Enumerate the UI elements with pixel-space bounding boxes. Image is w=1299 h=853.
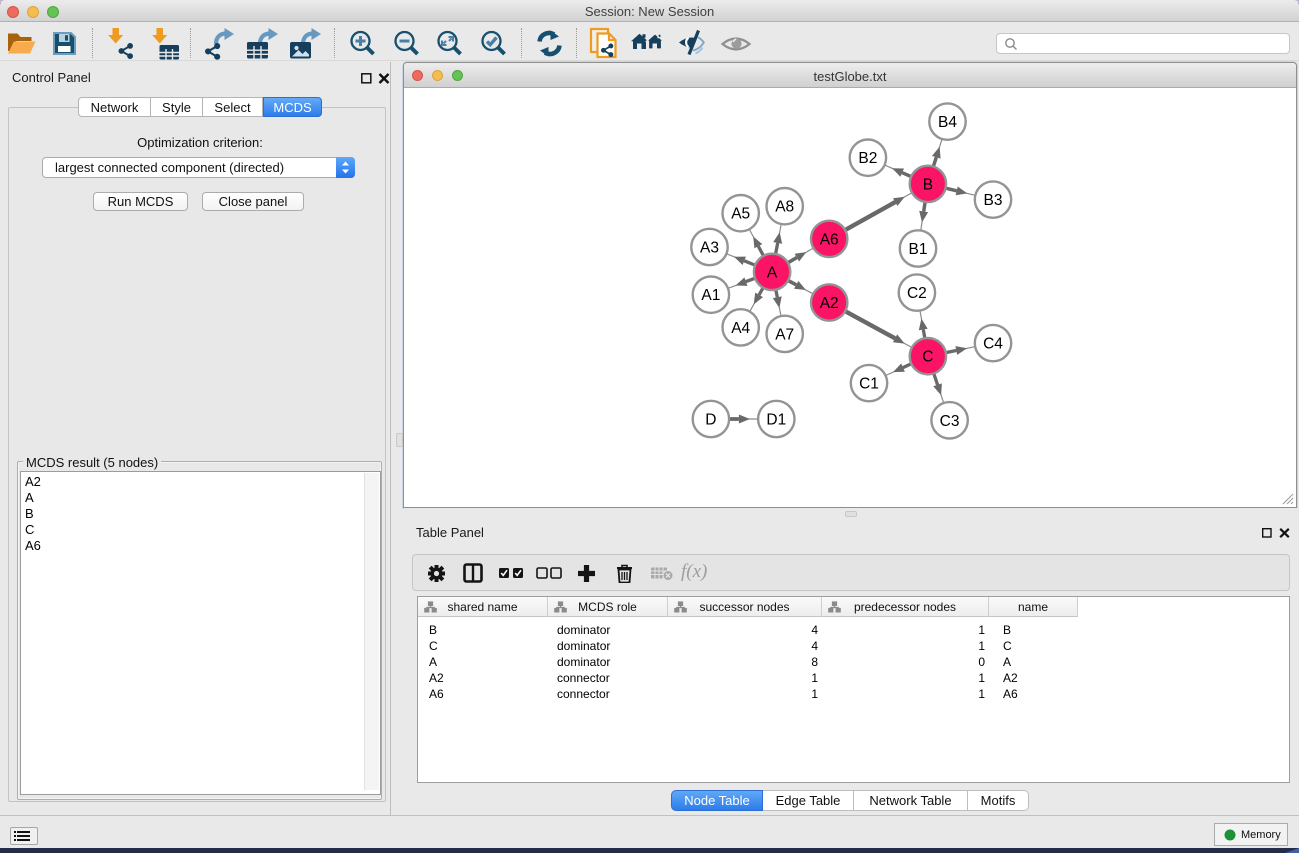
svg-text:A6: A6 [820, 231, 839, 248]
svg-text:C4: C4 [983, 336, 1003, 353]
svg-text:C1: C1 [859, 376, 879, 393]
svg-text:A1: A1 [701, 287, 720, 304]
svg-text:B1: B1 [909, 241, 928, 258]
svg-text:D1: D1 [766, 412, 786, 429]
svg-text:C2: C2 [907, 285, 927, 302]
svg-text:B: B [923, 176, 933, 193]
svg-text:C: C [922, 349, 933, 366]
svg-text:B3: B3 [984, 192, 1003, 209]
svg-text:D: D [705, 412, 716, 429]
svg-text:A5: A5 [731, 206, 750, 223]
svg-text:A7: A7 [775, 326, 794, 343]
svg-text:C3: C3 [940, 413, 960, 430]
svg-text:A: A [767, 264, 778, 281]
svg-text:A8: A8 [775, 199, 794, 216]
svg-text:B4: B4 [938, 114, 957, 131]
svg-text:A3: A3 [700, 240, 719, 257]
svg-text:A2: A2 [820, 295, 839, 312]
svg-text:A4: A4 [731, 320, 750, 337]
svg-text:B2: B2 [858, 150, 877, 167]
